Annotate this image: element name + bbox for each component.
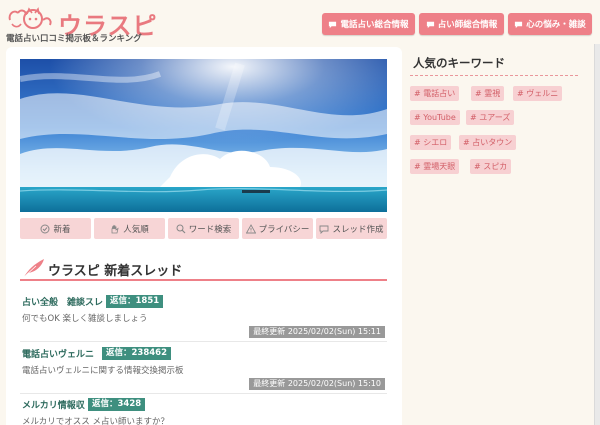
sidebar-title: 人気のキーワード	[413, 56, 505, 70]
section-title: ウラスピ 新着スレッド	[48, 264, 183, 279]
thread-item[interactable]: メルカリ情報収 返信：3428 メルカリでオスス メ占い師いますか？	[20, 398, 387, 425]
last-updated-badge: 最終更新 2025/02/02(Sun) 15:11	[249, 326, 385, 338]
site-logo[interactable]: ウラスピ 電話占い口コミ掲示板＆ランキング	[6, 4, 157, 44]
keyword-tag[interactable]: # 霊視	[471, 86, 505, 101]
tab-label: プライバシー	[258, 224, 310, 235]
thread-title[interactable]: メルカリ情報収	[22, 398, 85, 411]
warning-icon	[245, 223, 256, 233]
nav-phone-fortune-info[interactable]: 電話占い総合情報	[322, 13, 415, 35]
keyword-tag[interactable]: # スピカ	[470, 159, 512, 174]
reply-count-badge: 返信：1851	[106, 295, 164, 308]
reply-count-badge: 返信：3428	[88, 398, 146, 411]
nav-label: 心の悩み・雑談	[526, 20, 586, 30]
keyword-tag[interactable]: # ユアーズ	[466, 110, 515, 125]
thread-description: 何でもOK 楽しく雑談しましょう	[22, 314, 148, 324]
keyword-tag[interactable]: # 霊場天眼	[410, 159, 460, 174]
thread-sort-tabs: 新着 人気順 ワード検索 プライバシー スレッド作成	[20, 218, 387, 239]
thread-title[interactable]: 電話占いヴェルニ	[22, 347, 94, 360]
hero-sky-illustration	[20, 59, 387, 212]
thread-item[interactable]: 電話占いヴェルニ 返信：238462 電話占いヴェルニに関する情報交換掲示板 最…	[20, 347, 387, 394]
feather-pen-icon	[23, 259, 44, 278]
search-icon	[176, 224, 186, 233]
nav-worries-chat[interactable]: 心の悩み・雑談	[508, 13, 592, 35]
reply-count-badge: 返信：238462	[102, 347, 171, 360]
sidebar-divider	[410, 75, 578, 76]
keyword-tag[interactable]: # 電話占い	[410, 86, 460, 101]
keyword-tag[interactable]: # シエロ	[410, 135, 452, 150]
hero-sky-image	[20, 59, 387, 212]
popular-keywords-sidebar: 人気のキーワード # 電話占い # 霊視 # ヴェルニ # YouTube # …	[408, 47, 592, 197]
keyword-tag[interactable]: # YouTube	[410, 110, 460, 125]
thread-title[interactable]: 占い全般 雑談スレ	[22, 295, 103, 308]
tab-label: 人気順	[123, 224, 149, 235]
hand-icon	[111, 224, 119, 233]
logo-subtitle: 電話占い口コミ掲示板＆ランキング	[6, 34, 142, 44]
chat-icon	[515, 21, 523, 28]
tab-privacy[interactable]: プライバシー	[242, 218, 313, 239]
page-scrollbar[interactable]	[594, 44, 600, 425]
page: ウラスピ 電話占い口コミ掲示板＆ランキング 電話占い総合情報 占い師総合情報 心…	[0, 0, 600, 425]
tab-word-search[interactable]: ワード検索	[168, 218, 239, 239]
main-panel: 新着 人気順 ワード検索 プライバシー スレッド作成 ウラスピ 新着スレッド 占…	[6, 47, 402, 425]
tab-create-thread[interactable]: スレッド作成	[316, 218, 387, 239]
keyword-tag[interactable]: # 占いタウン	[459, 135, 517, 150]
chat-icon	[329, 21, 337, 28]
tab-label: 新着	[53, 224, 71, 235]
tab-label: ワード検索	[188, 224, 232, 235]
chat-icon	[426, 21, 434, 28]
new-threads-heading: ウラスピ 新着スレッド	[20, 257, 387, 281]
last-updated-badge: 最終更新 2025/02/02(Sun) 15:10	[249, 378, 385, 390]
thread-description: メルカリでオスス メ占い師いますか？	[22, 417, 169, 425]
tab-label: スレッド作成	[332, 224, 384, 235]
nav-fortune-teller-info[interactable]: 占い師総合情報	[419, 13, 504, 35]
thread-item[interactable]: 占い全般 雑談スレ 返信：1851 何でもOK 楽しく雑談しましょう 最終更新 …	[20, 295, 387, 342]
chat-bubble-icon	[320, 225, 329, 234]
tab-popular[interactable]: 人気順	[94, 218, 165, 239]
thread-description: 電話占いヴェルニに関する情報交換掲示板	[22, 366, 184, 376]
keyword-tag[interactable]: # ヴェルニ	[513, 86, 563, 101]
check-circle-icon	[40, 224, 50, 233]
tab-new[interactable]: 新着	[20, 218, 91, 239]
nav-label: 占い師総合情報	[437, 20, 498, 30]
nav-label: 電話占い総合情報	[340, 20, 409, 30]
logo-mark-icon	[8, 7, 52, 29]
